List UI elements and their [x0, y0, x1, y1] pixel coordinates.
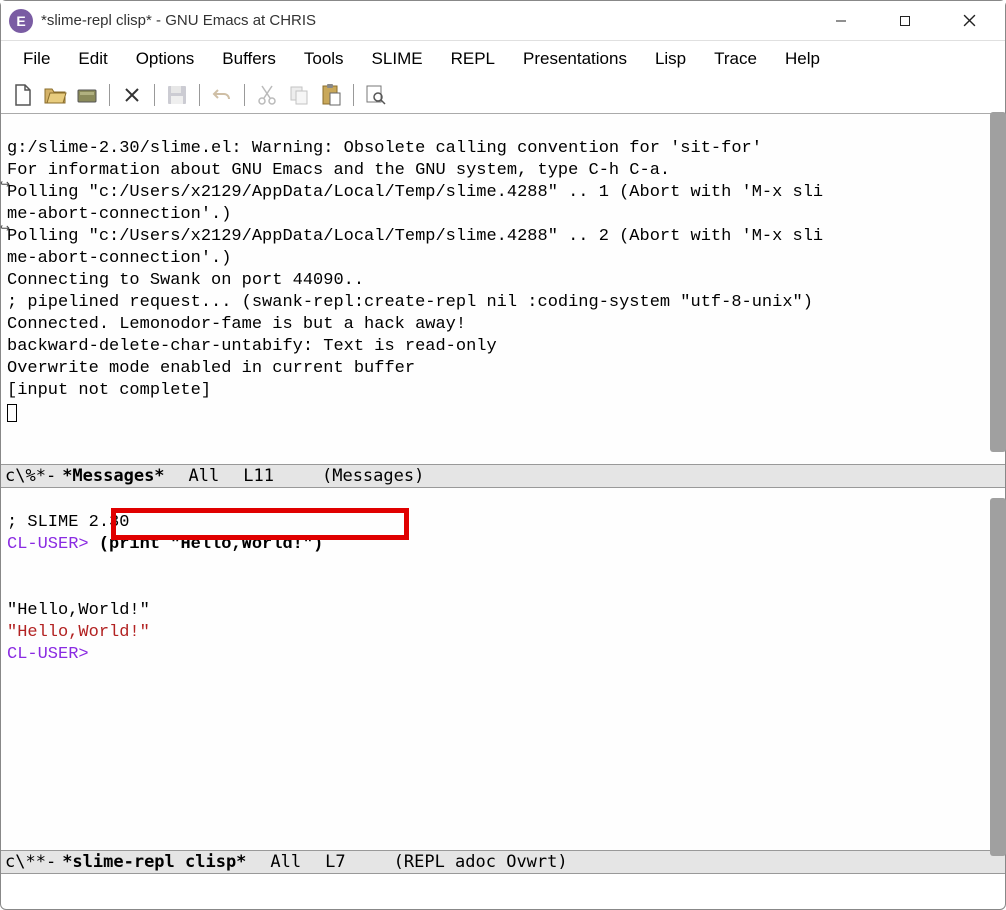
message-line: ; pipelined request... (swank-repl:creat…	[7, 293, 813, 312]
modeline-buffer-name: *Messages*	[62, 466, 164, 486]
search-icon[interactable]	[362, 81, 390, 109]
toolbar-separator	[199, 84, 200, 106]
window-controls	[821, 5, 997, 37]
modeline-mode: (Messages)	[322, 466, 424, 486]
menu-file[interactable]: File	[9, 45, 64, 73]
menu-options[interactable]: Options	[122, 45, 209, 73]
toolbar-separator	[353, 84, 354, 106]
menu-trace[interactable]: Trace	[700, 45, 771, 73]
modeline-position: All	[270, 852, 301, 872]
menu-lisp[interactable]: Lisp	[641, 45, 700, 73]
message-line: For information about GNU Emacs and the …	[7, 161, 670, 180]
menu-edit[interactable]: Edit	[64, 45, 121, 73]
menu-tools[interactable]: Tools	[290, 45, 358, 73]
cut-icon[interactable]	[253, 81, 281, 109]
close-button[interactable]	[949, 5, 989, 37]
message-line: backward-delete-char-untabify: Text is r…	[7, 337, 497, 356]
emacs-icon: E	[9, 9, 33, 33]
messages-buffer[interactable]: g:/slime-2.30/slime.el: Warning: Obsolet…	[1, 114, 1005, 464]
modeline-line: L7	[325, 852, 345, 872]
message-line: [input not complete]	[7, 381, 211, 400]
message-line: Connected. Lemonodor-fame is but a hack …	[7, 315, 466, 334]
modeline-position: All	[189, 466, 220, 486]
repl-return-value: "Hello,World!"	[7, 623, 150, 642]
repl-modeline[interactable]: c\**- *slime-repl clisp* All L7 (REPL ad…	[1, 850, 1005, 874]
menu-presentations[interactable]: Presentations	[509, 45, 641, 73]
minibuffer[interactable]	[1, 874, 1005, 896]
modeline-buffer-name: *slime-repl clisp*	[62, 852, 246, 872]
message-line: Overwrite mode enabled in current buffer	[7, 359, 415, 378]
menubar: File Edit Options Buffers Tools SLIME RE…	[1, 41, 1005, 77]
message-line: Polling "c:/Users/x2129/AppData/Local/Te…	[7, 183, 823, 202]
toolbar-separator	[154, 84, 155, 106]
copy-icon[interactable]	[285, 81, 313, 109]
minimize-button[interactable]	[821, 5, 861, 37]
drive-icon[interactable]	[73, 81, 101, 109]
scrollbar-thumb[interactable]	[990, 498, 1006, 856]
message-line: me-abort-connection'.)	[7, 249, 231, 268]
window-title: *slime-repl clisp* - GNU Emacs at CHRIS	[41, 12, 821, 29]
close-icon[interactable]	[118, 81, 146, 109]
undo-icon[interactable]	[208, 81, 236, 109]
paste-icon[interactable]	[317, 81, 345, 109]
menu-buffers[interactable]: Buffers	[208, 45, 290, 73]
toolbar-separator	[109, 84, 110, 106]
repl-output: "Hello,World!"	[7, 601, 160, 620]
toolbar	[1, 77, 1005, 114]
maximize-button[interactable]	[885, 5, 925, 37]
modeline-prefix: c\**-	[5, 852, 56, 872]
messages-modeline[interactable]: c\%*- *Messages* All L11 (Messages)	[1, 464, 1005, 488]
menu-slime[interactable]: SLIME	[358, 45, 437, 73]
new-file-icon[interactable]	[9, 81, 37, 109]
modeline-mode: (REPL adoc Ovwrt)	[394, 852, 568, 872]
toolbar-separator	[244, 84, 245, 106]
message-line: Connecting to Swank on port 44090..	[7, 271, 364, 290]
cursor	[7, 404, 17, 422]
save-icon[interactable]	[163, 81, 191, 109]
titlebar: E *slime-repl clisp* - GNU Emacs at CHRI…	[1, 1, 1005, 41]
message-line: me-abort-connection'.)	[7, 205, 231, 224]
message-line: g:/slime-2.30/slime.el: Warning: Obsolet…	[7, 139, 762, 158]
repl-input: (print "Hello,World!")	[89, 535, 324, 554]
modeline-prefix: c\%*-	[5, 466, 56, 486]
repl-buffer[interactable]: ; SLIME 2.30 CL-USER> (print "Hello,Worl…	[1, 488, 1005, 850]
continuation-mark: ↪	[0, 177, 10, 191]
scrollbar-thumb[interactable]	[990, 112, 1006, 452]
repl-prompt: CL-USER>	[7, 535, 89, 554]
menu-repl[interactable]: REPL	[437, 45, 509, 73]
continuation-mark: ↪	[0, 221, 10, 235]
open-folder-icon[interactable]	[41, 81, 69, 109]
menu-help[interactable]: Help	[771, 45, 834, 73]
repl-prompt: CL-USER>	[7, 645, 89, 664]
repl-header: ; SLIME 2.30	[7, 513, 129, 532]
message-line: Polling "c:/Users/x2129/AppData/Local/Te…	[7, 227, 823, 246]
modeline-line: L11	[243, 466, 274, 486]
